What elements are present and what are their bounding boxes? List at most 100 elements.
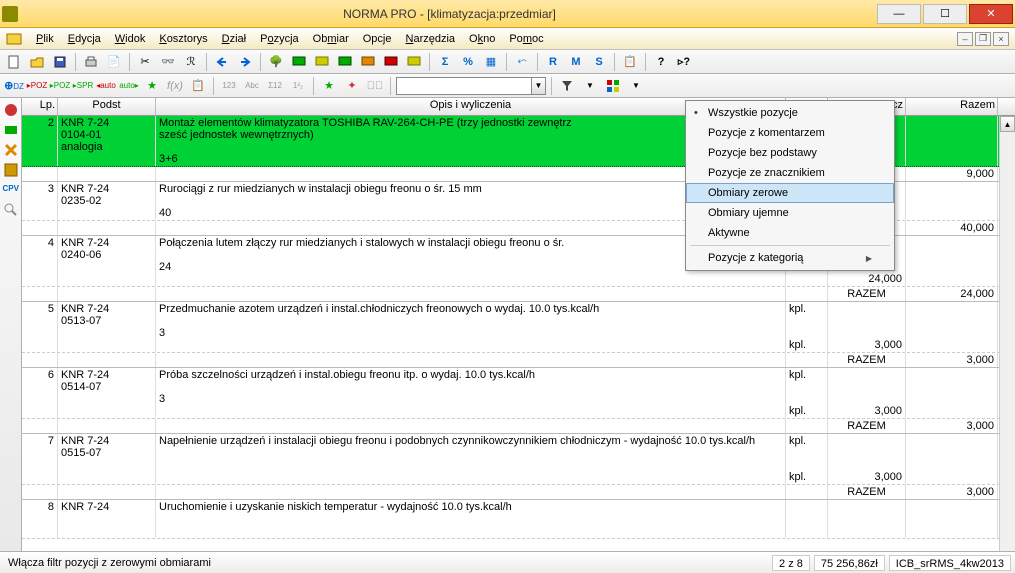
toolbar-secondary: ⊕DZ ▸POZ ▸POZ ▸SPR ◂auto auto▸ ★ f(x) 📋 … bbox=[0, 74, 1015, 98]
app-icon bbox=[2, 6, 18, 22]
save-button[interactable] bbox=[50, 52, 70, 72]
side-icon-2[interactable] bbox=[3, 122, 19, 138]
table-row-summary: RAZEM3,000 bbox=[22, 353, 1015, 368]
chart-icon[interactable]: ⬿ bbox=[512, 52, 532, 72]
filter-option[interactable]: Wszystkie pozycje bbox=[686, 103, 894, 123]
star2-button[interactable]: ★ bbox=[319, 76, 339, 96]
help-icon[interactable]: ? bbox=[651, 52, 671, 72]
menu-plik[interactable]: Plik bbox=[34, 32, 56, 46]
filter-funnel-button[interactable] bbox=[557, 76, 577, 96]
binoculars-icon[interactable]: 👓 bbox=[158, 52, 178, 72]
monitor4-icon[interactable] bbox=[358, 52, 378, 72]
table-row-summary: RAZEM3,000 bbox=[22, 485, 1015, 500]
sum-icon[interactable]: Σ bbox=[435, 52, 455, 72]
new-button[interactable] bbox=[4, 52, 24, 72]
side-icon-3[interactable] bbox=[3, 142, 19, 158]
chevron-down-icon[interactable]: ▼ bbox=[531, 78, 545, 94]
col-lp[interactable]: Lp. bbox=[22, 98, 58, 115]
star-button[interactable]: ★ bbox=[142, 76, 162, 96]
poz-insert-button[interactable]: ▸POZ bbox=[27, 76, 47, 96]
table-row[interactable]: 8KNR 7-24Uruchomienie i uzyskanie niskic… bbox=[22, 500, 1015, 539]
monitor2-icon[interactable] bbox=[312, 52, 332, 72]
letter-m-icon[interactable]: M bbox=[566, 52, 586, 72]
col-podst[interactable]: Podst bbox=[58, 98, 156, 115]
table-row-summary: RAZEM3,000 bbox=[22, 419, 1015, 434]
abc-button[interactable]: Abc bbox=[242, 76, 262, 96]
side-cpv-icon[interactable]: CPV bbox=[3, 182, 19, 198]
sigma12-button[interactable]: Σ12 bbox=[265, 76, 285, 96]
cut-button[interactable]: ✂ bbox=[135, 52, 155, 72]
table-row-summary: RAZEM24,000 bbox=[22, 287, 1015, 302]
replace-button[interactable]: ℛ bbox=[181, 52, 201, 72]
print-button[interactable] bbox=[81, 52, 101, 72]
menu-okno[interactable]: Okno bbox=[467, 32, 497, 46]
side-icon-1[interactable] bbox=[3, 102, 19, 118]
side-search-icon[interactable] bbox=[3, 202, 19, 218]
percent-icon[interactable]: % bbox=[458, 52, 478, 72]
menu-edycja[interactable]: Edycja bbox=[66, 32, 103, 46]
col-razem[interactable]: Razem bbox=[906, 98, 998, 115]
status-page: 2 z 8 bbox=[772, 555, 810, 571]
starred-button[interactable]: ✦ bbox=[342, 76, 362, 96]
doc-icon2[interactable]: 📋 bbox=[620, 52, 640, 72]
table-row[interactable]: 7KNR 7-240515-07Napełnienie urządzeń i i… bbox=[22, 434, 1015, 485]
context-help-icon[interactable]: ▹? bbox=[674, 52, 694, 72]
redo-button[interactable] bbox=[235, 52, 255, 72]
paste-button[interactable]: 📋 bbox=[188, 76, 208, 96]
monitor6-icon[interactable] bbox=[404, 52, 424, 72]
undo-button[interactable] bbox=[212, 52, 232, 72]
colors-dropdown-button[interactable]: ▼ bbox=[626, 76, 646, 96]
maximize-button[interactable]: ☐ bbox=[923, 4, 967, 24]
nostar-button[interactable]: ✦⃠ bbox=[365, 76, 385, 96]
filter-option[interactable]: Pozycje ze znacznikiem bbox=[686, 163, 894, 183]
filter-combo[interactable]: ▼ bbox=[396, 77, 546, 95]
monitor3-icon[interactable] bbox=[335, 52, 355, 72]
scroll-up-button[interactable]: ▲ bbox=[1000, 116, 1015, 132]
table-row[interactable]: 5KNR 7-240513-07Przedmuchanie azotem urz… bbox=[22, 302, 1015, 353]
filter-dropdown-button[interactable]: ▼ bbox=[580, 76, 600, 96]
pow-button[interactable]: 1²₂ bbox=[288, 76, 308, 96]
menu-pomoc[interactable]: Pomoc bbox=[507, 32, 545, 46]
title-bar: NORMA PRO - [klimatyzacja:przedmiar] — ☐… bbox=[0, 0, 1015, 28]
auto-right-button[interactable]: auto▸ bbox=[119, 76, 139, 96]
menu-obmiar[interactable]: Obmiar bbox=[311, 32, 351, 46]
mdi-minimize-button[interactable]: – bbox=[957, 32, 973, 46]
mdi-close-button[interactable]: × bbox=[993, 32, 1009, 46]
filter-option[interactable]: Pozycje z komentarzem bbox=[686, 123, 894, 143]
menu-dział[interactable]: Dział bbox=[220, 32, 248, 46]
filter-option[interactable]: Pozycje bez podstawy bbox=[686, 143, 894, 163]
table-row[interactable]: 6KNR 7-240514-07Próba szczelności urządz… bbox=[22, 368, 1015, 419]
status-db: ICB_srRMS_4kw2013 bbox=[889, 555, 1011, 571]
dz-button[interactable]: ⊕DZ bbox=[4, 76, 24, 96]
auto-left-button[interactable]: ◂auto bbox=[96, 76, 116, 96]
menu-pozycja[interactable]: Pozycja bbox=[258, 32, 301, 46]
filter-option[interactable]: Aktywne bbox=[686, 223, 894, 243]
mdi-restore-button[interactable]: ❐ bbox=[975, 32, 991, 46]
menu-opcje[interactable]: Opcje bbox=[361, 32, 394, 46]
print-preview-button[interactable]: 📄 bbox=[104, 52, 124, 72]
letter-s-icon[interactable]: S bbox=[589, 52, 609, 72]
filter-option[interactable]: Obmiary ujemne bbox=[686, 203, 894, 223]
filter-option[interactable]: Pozycje z kategorią bbox=[686, 248, 894, 268]
status-bar: Włącza filtr pozycji z zerowymi obmiaram… bbox=[0, 551, 1015, 573]
doc-icon bbox=[6, 31, 22, 47]
monitor1-icon[interactable] bbox=[289, 52, 309, 72]
menu-widok[interactable]: Widok bbox=[113, 32, 148, 46]
poz-add-button[interactable]: ▸POZ bbox=[50, 76, 70, 96]
menu-kosztorys[interactable]: Kosztorys bbox=[157, 32, 209, 46]
num123-button[interactable]: 123 bbox=[219, 76, 239, 96]
fx-button[interactable]: f(x) bbox=[165, 76, 185, 96]
minimize-button[interactable]: — bbox=[877, 4, 921, 24]
close-button[interactable]: ✕ bbox=[969, 4, 1013, 24]
colors-button[interactable] bbox=[603, 76, 623, 96]
vertical-scrollbar[interactable]: ▲ ▼ bbox=[999, 116, 1015, 573]
filter-option[interactable]: Obmiary zerowe bbox=[686, 183, 894, 203]
spr-button[interactable]: ▸SPR bbox=[73, 76, 93, 96]
side-icon-4[interactable] bbox=[3, 162, 19, 178]
menu-narzędzia[interactable]: Narzędzia bbox=[404, 32, 458, 46]
open-button[interactable] bbox=[27, 52, 47, 72]
tree-icon[interactable]: 🌳 bbox=[266, 52, 286, 72]
grid-icon[interactable]: ▦ bbox=[481, 52, 501, 72]
letter-r-icon[interactable]: R bbox=[543, 52, 563, 72]
monitor5-icon[interactable] bbox=[381, 52, 401, 72]
